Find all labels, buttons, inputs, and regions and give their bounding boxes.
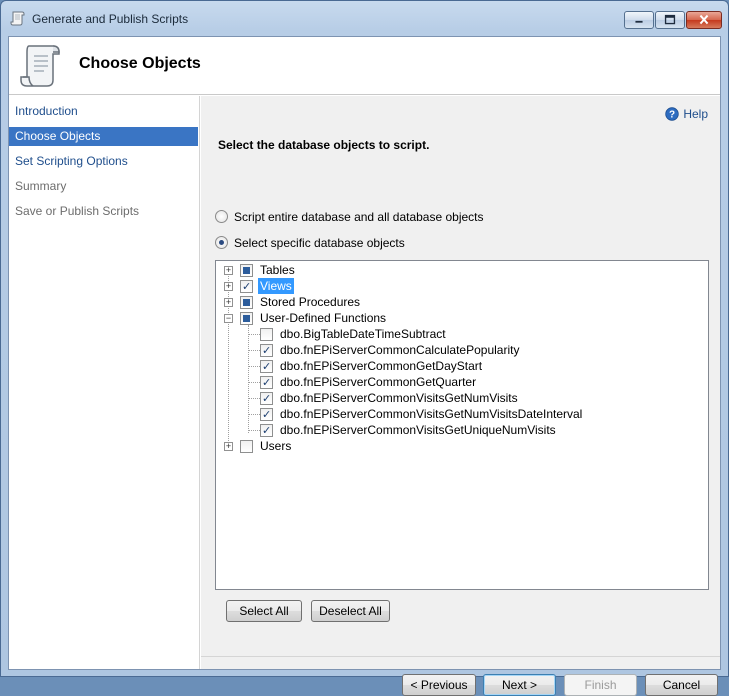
tree-node-label: Tables [260,263,295,277]
select-all-button[interactable]: Select All [226,600,302,622]
scroll-icon [10,11,25,26]
tree-node-function[interactable]: dbo.fnEPiServerCommonGetQuarter [216,374,706,391]
tree-node-label: Stored Procedures [260,295,361,309]
wizard-client: Choose Objects Introduction Choose Objec… [8,36,721,696]
tree-node-label: Views [258,278,294,294]
tree-node-function[interactable]: dbo.fnEPiServerCommonGetDayStart [216,358,706,375]
tree-node-label: User-Defined Functions [260,311,387,325]
help-link[interactable]: ? Help [665,106,708,122]
function-checkbox[interactable] [260,375,273,391]
scroll-icon [20,45,60,87]
tree-node-label: dbo.fnEPiServerCommonGetQuarter [280,375,477,389]
radio-button[interactable] [215,236,228,249]
function-checkbox[interactable] [260,391,273,407]
tree-node-label: dbo.fnEPiServerCommonVisitsGetNumVisits [280,391,518,405]
views-checkbox[interactable] [240,279,253,295]
expand-icon[interactable]: + [224,282,233,291]
minimize-button[interactable] [624,11,654,29]
tree-node-label: dbo.BigTableDateTimeSubtract [280,327,446,341]
instruction-text: Select the database objects to script. [218,138,430,152]
tree-node-label: dbo.fnEPiServerCommonVisitsGetUniqueNumV… [280,423,556,437]
finish-button: Finish [564,674,637,696]
radio-select-specific-objects[interactable]: Select specific database objects [215,236,405,252]
tree-node-label: dbo.fnEPiServerCommonVisitsGetNumVisitsD… [280,407,583,421]
tables-checkbox[interactable] [240,264,253,277]
tree-node-function[interactable]: dbo.fnEPiServerCommonCalculatePopularity [216,342,706,359]
maximize-button[interactable] [655,11,685,29]
help-label: Help [683,107,708,121]
expand-icon[interactable]: + [224,298,233,307]
stored-procedures-checkbox[interactable] [240,296,253,309]
tree-node-function[interactable]: dbo.BigTableDateTimeSubtract [216,326,706,342]
radio-label: Script entire database and all database … [234,210,484,224]
title-bar[interactable]: Generate and Publish Scripts [1,1,728,37]
tree-node-function[interactable]: dbo.fnEPiServerCommonVisitsGetNumVisitsD… [216,406,706,423]
wizard-window: Generate and Publish Scripts Choose Obje… [0,0,729,696]
radio-label: Select specific database objects [234,236,405,250]
tree-node-label: Users [260,439,292,453]
nav-summary: Summary [15,179,67,193]
tree-node-label: dbo.fnEPiServerCommonGetDayStart [280,359,483,373]
collapse-icon[interactable]: − [224,314,233,323]
expand-icon[interactable]: + [224,266,233,275]
nav-save-or-publish: Save or Publish Scripts [15,204,140,218]
nav-set-scripting-options[interactable]: Set Scripting Options [9,152,198,171]
tree-node-views[interactable]: + Views [216,278,706,295]
udf-checkbox[interactable] [240,312,253,325]
tree-node-stored-procedures[interactable]: + Stored Procedures [216,294,706,310]
next-button[interactable]: Next > [483,674,556,696]
function-checkbox[interactable] [260,359,273,375]
tree-node-label: dbo.fnEPiServerCommonCalculatePopularity [280,343,520,357]
users-checkbox[interactable] [240,440,253,453]
maximize-icon [664,14,676,25]
function-checkbox[interactable] [260,423,273,439]
nav-choose-objects[interactable]: Choose Objects [9,127,198,146]
function-checkbox[interactable] [260,407,273,423]
wizard-navigation: Introduction Choose Objects Set Scriptin… [9,96,200,669]
function-checkbox[interactable] [260,343,273,359]
close-icon [699,14,709,25]
radio-script-entire-database[interactable]: Script entire database and all database … [215,210,484,226]
help-icon: ? [665,107,680,121]
object-tree[interactable]: + Tables + Views + Stored Procedures [215,260,709,590]
previous-button[interactable]: < Previous [402,674,476,696]
window-title: Generate and Publish Scripts [32,12,189,26]
function-checkbox[interactable] [260,328,273,341]
page-title: Choose Objects [79,55,201,72]
page-header: Choose Objects [9,37,720,95]
minimize-icon [635,20,643,23]
radio-button[interactable] [215,210,228,223]
deselect-all-button[interactable]: Deselect All [311,600,390,622]
cancel-button[interactable]: Cancel [645,674,718,696]
svg-text:?: ? [669,110,675,121]
main-panel: ? Help Select the database objects to sc… [201,96,720,696]
nav-introduction[interactable]: Introduction [9,102,198,121]
tree-node-function[interactable]: dbo.fnEPiServerCommonVisitsGetNumVisits [216,390,706,407]
close-button[interactable] [686,11,722,29]
tree-node-tables[interactable]: + Tables [216,262,706,278]
expand-icon[interactable]: + [224,442,233,451]
footer-divider [201,656,720,657]
tree-node-user-defined-functions[interactable]: − User-Defined Functions [216,310,706,326]
tree-node-function[interactable]: dbo.fnEPiServerCommonVisitsGetUniqueNumV… [216,422,706,439]
tree-node-users[interactable]: + Users [216,438,706,454]
